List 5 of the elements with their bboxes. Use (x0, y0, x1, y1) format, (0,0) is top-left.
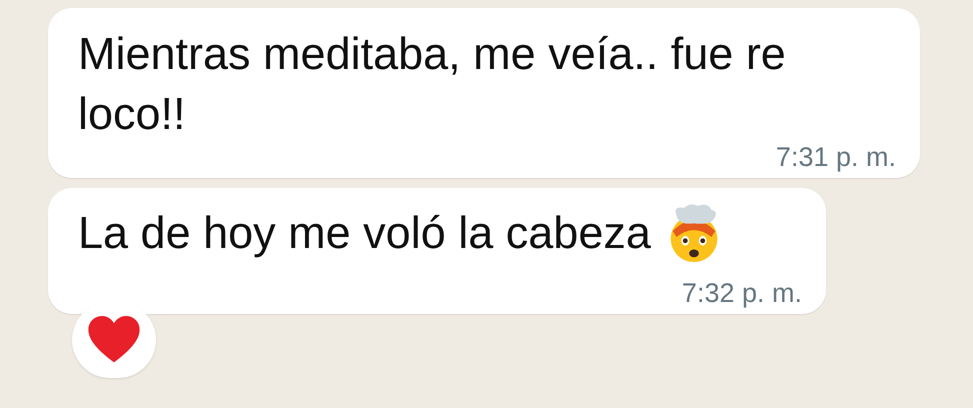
message-text: Mientras meditaba, me veía.. fue re loco!! (78, 27, 787, 141)
heart-icon (88, 316, 140, 364)
message-text: La de hoy me voló la cabeza (78, 206, 651, 260)
message-time: 7:32 p. m. (680, 278, 802, 308)
message-time: 7:31 p. m. (774, 142, 896, 172)
